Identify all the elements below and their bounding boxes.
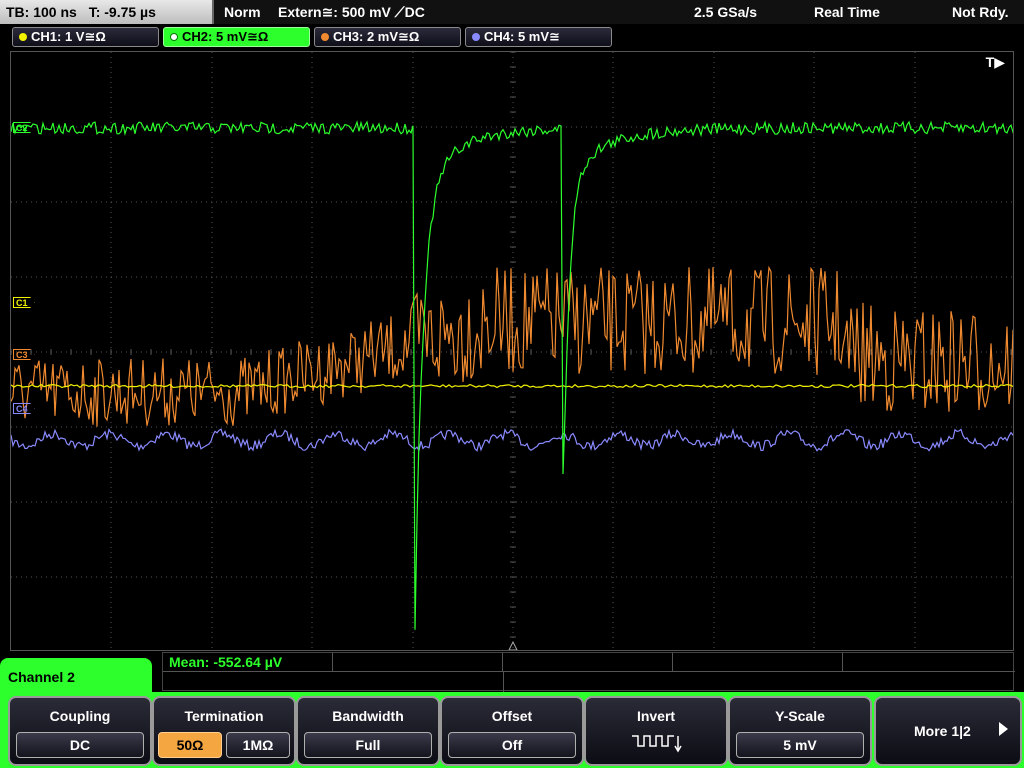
ch1-dot-icon xyxy=(19,33,27,41)
ch4-offset-marker[interactable]: C4 xyxy=(13,403,35,414)
ch2-offset-marker[interactable]: C2 xyxy=(13,122,35,133)
coupling-value-button[interactable]: DC xyxy=(16,732,144,758)
waveform-display[interactable]: T▶ C2 C1 C3 C4 xyxy=(10,51,1014,651)
tab-ch1[interactable]: CH1: 1 V≅Ω xyxy=(12,27,159,47)
mean-measurement: Mean: -552.64 µV xyxy=(169,654,283,670)
trigger-position-icon[interactable]: T▶ xyxy=(986,54,1005,71)
termination-1mohm-button[interactable]: 1MΩ xyxy=(226,732,290,758)
tab-ch1-label: CH1: 1 V≅Ω xyxy=(31,29,106,44)
invert-softkey[interactable]: Invert xyxy=(584,696,728,766)
meas-cell xyxy=(673,653,843,672)
ch3-offset-marker[interactable]: C3 xyxy=(13,349,35,360)
ch4-dot-icon xyxy=(472,33,480,41)
waveform-canvas xyxy=(11,52,1013,650)
timebase-box[interactable]: TB: 100 ns T: -9.75 µs xyxy=(0,0,214,24)
invert-waveform-icon xyxy=(632,735,682,753)
yscale-softkey[interactable]: Y-Scale 5 mV xyxy=(728,696,872,766)
timebase-value: TB: 100 ns xyxy=(6,4,77,20)
bandwidth-softkey[interactable]: Bandwidth Full xyxy=(296,696,440,766)
termination-softkey[interactable]: Termination 50Ω 1MΩ xyxy=(152,696,296,766)
ch2-dot-icon xyxy=(170,33,178,41)
trigger-time-value: T: -9.75 µs xyxy=(88,4,156,20)
meas-cell xyxy=(333,653,503,672)
termination-50ohm-button[interactable]: 50Ω xyxy=(158,732,222,758)
coupling-softkey[interactable]: Coupling DC xyxy=(8,696,152,766)
trigger-source[interactable]: Extern≅: 500 mV ⟋DC xyxy=(278,0,425,24)
channel-tabs: CH1: 1 V≅Ω CH2: 5 mV≅Ω CH3: 2 mV≅Ω CH4: … xyxy=(0,25,1024,49)
offset-value-button[interactable]: Off xyxy=(448,732,576,758)
bandwidth-value-button[interactable]: Full xyxy=(304,732,432,758)
offset-softkey[interactable]: Offset Off xyxy=(440,696,584,766)
acquisition-mode[interactable]: Real Time xyxy=(814,0,880,24)
right-arrow-icon xyxy=(999,722,1008,736)
status-bar: TB: 100 ns T: -9.75 µs Norm Extern≅: 500… xyxy=(0,0,1024,24)
termination-title: Termination xyxy=(184,708,264,724)
tab-ch2-label: CH2: 5 mV≅Ω xyxy=(182,29,269,44)
tab-ch2[interactable]: CH2: 5 mV≅Ω xyxy=(163,27,310,47)
bandwidth-title: Bandwidth xyxy=(332,708,404,724)
tab-ch3-label: CH3: 2 mV≅Ω xyxy=(333,29,420,44)
offset-title: Offset xyxy=(491,708,533,724)
ch3-dot-icon xyxy=(321,33,329,41)
sample-rate[interactable]: 2.5 GSa/s xyxy=(694,0,757,24)
meas-divider xyxy=(503,672,504,692)
tab-ch3[interactable]: CH3: 2 mV≅Ω xyxy=(314,27,461,47)
more-button[interactable]: More 1|2 xyxy=(874,696,1022,766)
yscale-value-button[interactable]: 5 mV xyxy=(736,732,864,758)
coupling-title: Coupling xyxy=(49,708,111,724)
softkey-bar: Coupling DC Termination 50Ω 1MΩ Bandwidt… xyxy=(0,692,1024,768)
ch1-offset-marker[interactable]: C1 xyxy=(13,297,35,308)
meas-cell xyxy=(503,653,673,672)
tab-ch4[interactable]: CH4: 5 mV≅ xyxy=(465,27,612,47)
trigger-bottom-marker-icon xyxy=(508,640,518,650)
yscale-title: Y-Scale xyxy=(775,708,825,724)
more-label: More 1|2 xyxy=(914,723,971,739)
trigger-mode[interactable]: Norm xyxy=(224,0,261,24)
meas-cell xyxy=(843,653,1015,672)
invert-title: Invert xyxy=(636,708,676,724)
measurement-panel: Mean: -552.64 µV xyxy=(162,652,1015,692)
tab-ch4-label: CH4: 5 mV≅ xyxy=(484,29,560,44)
ready-state: Not Rdy. xyxy=(952,4,1009,20)
